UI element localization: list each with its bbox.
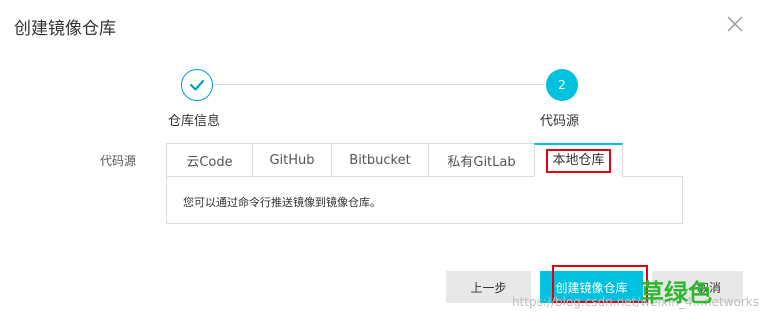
step-connector bbox=[214, 84, 545, 85]
tab-cloud-code[interactable]: 云Code bbox=[166, 143, 252, 177]
tab-local-repo[interactable]: 本地仓库 bbox=[534, 143, 623, 177]
tab-label: 私有GitLab bbox=[447, 154, 516, 170]
tab-label: 云Code bbox=[186, 154, 233, 170]
tab-private-gitlab[interactable]: 私有GitLab bbox=[428, 143, 534, 177]
tab-panel: 您可以通过命令行推送镜像到镜像仓库。 bbox=[166, 176, 683, 224]
step-1-indicator bbox=[181, 69, 213, 101]
step-2-indicator: 2 bbox=[546, 69, 578, 101]
check-icon bbox=[189, 79, 204, 91]
tab-label: 本地仓库 bbox=[546, 148, 611, 173]
code-source-label: 代码源 bbox=[100, 154, 137, 168]
watermark: https://blog.csdn.net/weixin_4...network… bbox=[512, 295, 759, 309]
close-icon[interactable] bbox=[725, 14, 745, 34]
step-1-label: 仓库信息 bbox=[168, 114, 221, 129]
tab-github[interactable]: GitHub bbox=[252, 143, 331, 177]
code-source-tabs: 云Code GitHub Bitbucket 私有GitLab 本地仓库 bbox=[166, 143, 623, 177]
tab-label: Bitbucket bbox=[349, 152, 411, 168]
panel-description: 您可以通过命令行推送镜像到镜像仓库。 bbox=[183, 196, 381, 209]
logo-text: 草绿色 bbox=[640, 278, 712, 307]
tab-bitbucket[interactable]: Bitbucket bbox=[331, 143, 428, 177]
tab-label: GitHub bbox=[269, 152, 315, 168]
dialog-title: 创建镜像仓库 bbox=[14, 19, 116, 39]
step-2-label: 代码源 bbox=[540, 114, 580, 129]
